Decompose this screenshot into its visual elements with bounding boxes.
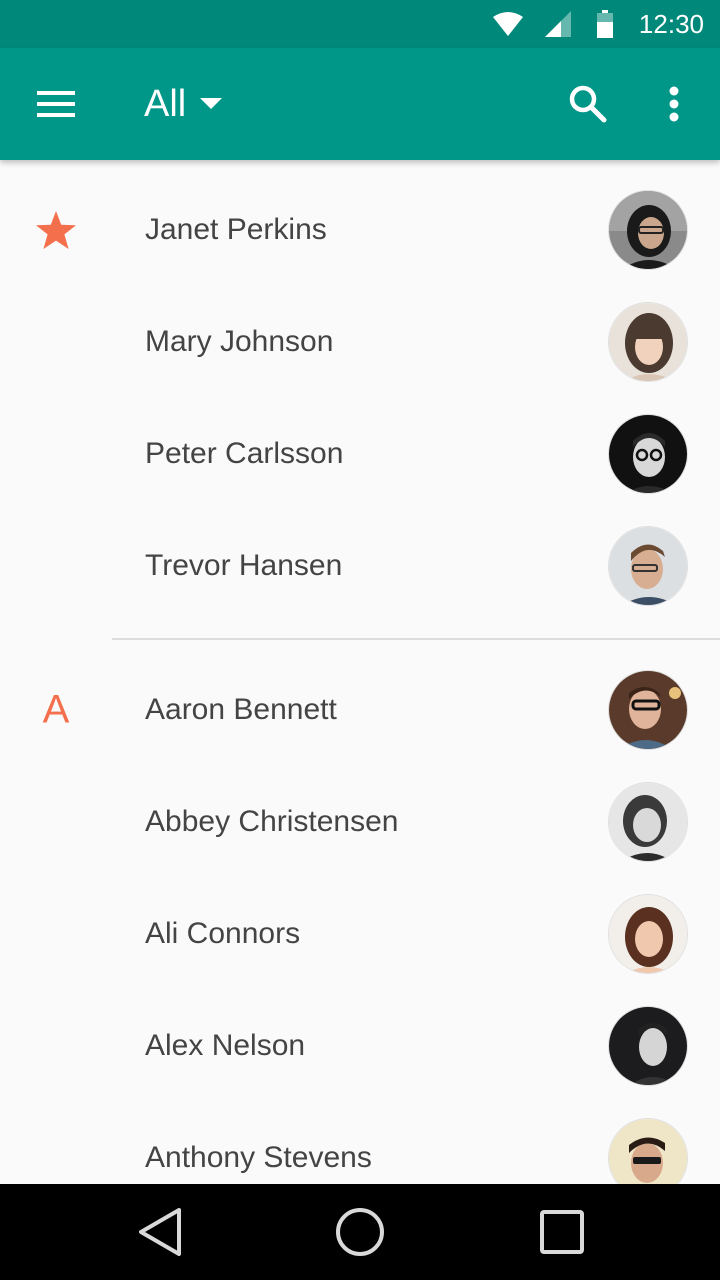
status-bar: 12:30 <box>0 0 720 48</box>
contact-name: Peter Carlsson <box>145 437 344 470</box>
star-icon <box>32 210 80 250</box>
home-button[interactable] <box>328 1202 392 1262</box>
contact-name: Abbey Christensen <box>145 805 399 838</box>
wifi-icon <box>492 11 523 37</box>
battery-icon <box>596 10 613 38</box>
avatar <box>608 1006 688 1086</box>
search-button[interactable] <box>556 76 620 132</box>
contact-name: Anthony Stevens <box>145 1141 372 1174</box>
back-button[interactable] <box>128 1202 192 1262</box>
recents-button[interactable] <box>530 1202 594 1262</box>
status-time: 12:30 <box>638 8 704 39</box>
section-letter: A <box>32 688 80 733</box>
avatar <box>608 414 688 494</box>
arrow-drop-down-icon <box>200 98 223 110</box>
home-icon <box>336 1208 384 1256</box>
menu-icon <box>37 91 75 117</box>
search-icon <box>569 85 607 123</box>
contact-row-aaron-bennett[interactable]: A Aaron Bennett <box>0 654 720 766</box>
contact-name: Ali Connors <box>145 917 301 950</box>
avatar <box>608 1118 688 1184</box>
menu-button[interactable] <box>24 76 88 132</box>
contact-row-mary-johnson[interactable]: Mary Johnson <box>0 286 720 398</box>
filter-dropdown[interactable]: All <box>144 76 223 132</box>
contact-name: Mary Johnson <box>145 325 334 358</box>
contact-name: Aaron Bennett <box>145 693 337 726</box>
contact-row-anthony-stevens[interactable]: Anthony Stevens <box>0 1102 720 1184</box>
recents-icon <box>540 1210 584 1254</box>
contact-row-janet-perkins[interactable]: Janet Perkins <box>0 174 720 286</box>
contact-list: Janet Perkins Mary Johnson Peter Carlsso… <box>0 160 720 1184</box>
avatar <box>608 302 688 382</box>
contact-row-peter-carlsson[interactable]: Peter Carlsson <box>0 398 720 510</box>
avatar <box>608 190 688 270</box>
avatar <box>608 526 688 606</box>
app-bar: All <box>0 48 720 160</box>
avatar <box>608 670 688 750</box>
contact-row-abbey-christensen[interactable]: Abbey Christensen <box>0 766 720 878</box>
more-vert-icon <box>669 86 679 122</box>
contact-row-trevor-hansen[interactable]: Trevor Hansen <box>0 510 720 622</box>
avatar <box>608 782 688 862</box>
contact-row-ali-connors[interactable]: Ali Connors <box>0 878 720 990</box>
avatar <box>608 894 688 974</box>
contact-name: Alex Nelson <box>145 1029 306 1062</box>
contact-name: Trevor Hansen <box>145 549 343 582</box>
filter-label: All <box>144 82 187 125</box>
section-divider <box>112 638 720 640</box>
system-nav-bar <box>0 1184 720 1280</box>
back-icon <box>139 1208 181 1256</box>
section-letter-text: A <box>42 687 70 732</box>
more-options-button[interactable] <box>650 76 698 132</box>
cell-signal-icon <box>544 11 571 37</box>
contact-name: Janet Perkins <box>145 213 327 246</box>
contact-row-alex-nelson[interactable]: Alex Nelson <box>0 990 720 1102</box>
